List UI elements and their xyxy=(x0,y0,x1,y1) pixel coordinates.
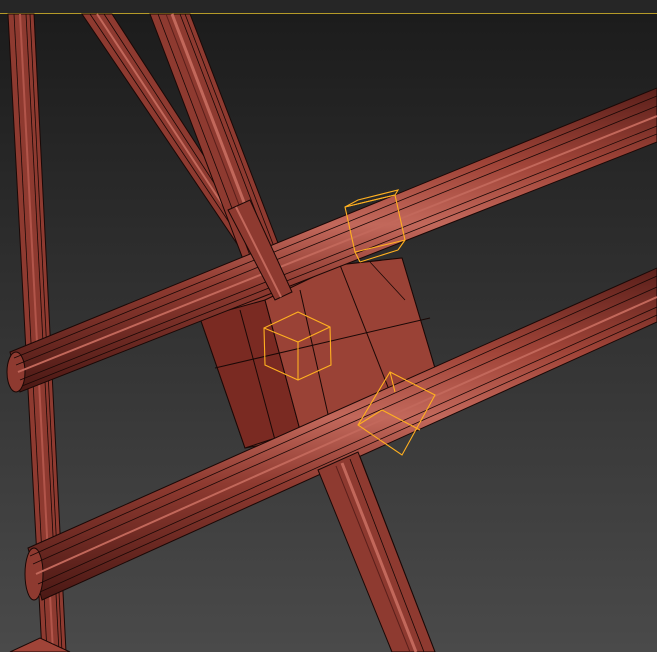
viewport-3d[interactable] xyxy=(0,0,657,652)
scene-canvas[interactable] xyxy=(0,0,657,652)
